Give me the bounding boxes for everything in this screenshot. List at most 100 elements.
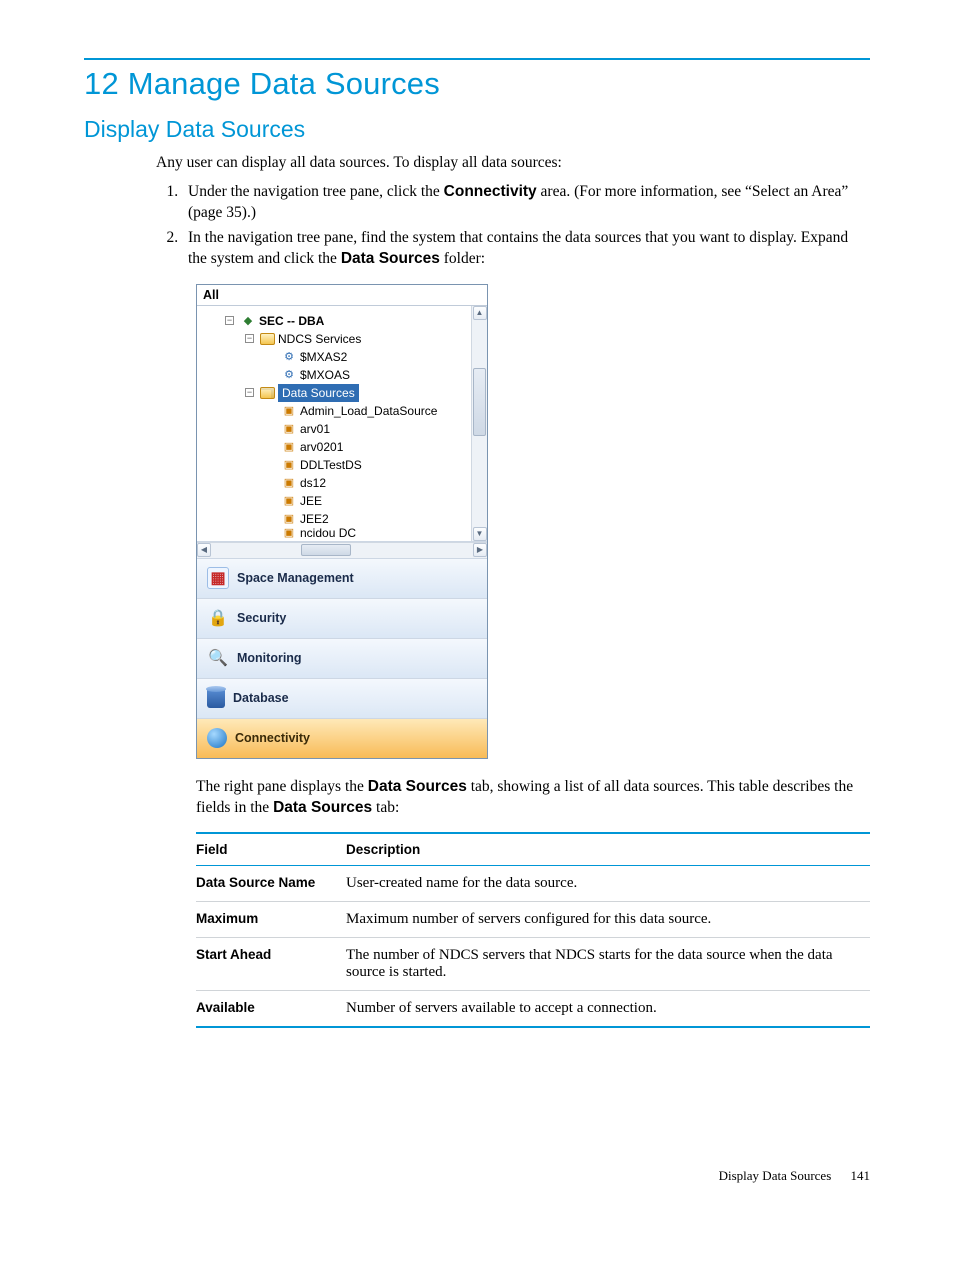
tree-label: DDLTestDS	[300, 456, 362, 474]
scroll-left-icon[interactable]: ◀	[197, 543, 211, 557]
field-name: Available	[196, 991, 346, 1028]
bold-connectivity: Connectivity	[444, 183, 537, 200]
tree-node-service[interactable]: ⚙ $MXOAS	[201, 366, 469, 384]
footer-page-number: 141	[851, 1168, 871, 1183]
tree-node-ds-item[interactable]: ▣ arv0201	[201, 438, 469, 456]
step-1: Under the navigation tree pane, click th…	[182, 182, 870, 224]
tree-label: arv01	[300, 420, 330, 438]
datasource-icon: ▣	[281, 512, 297, 526]
expander-minus-icon[interactable]: −	[225, 316, 234, 325]
chapter-heading: 12 Manage Data Sources	[84, 66, 870, 102]
steps-list: Under the navigation tree pane, click th…	[156, 182, 870, 270]
tree-label-selected: Data Sources	[278, 384, 359, 402]
area-connectivity[interactable]: Connectivity	[197, 718, 487, 758]
field-name: Data Source Name	[196, 866, 346, 902]
area-label: Connectivity	[235, 731, 310, 745]
table-intro: The right pane displays the Data Sources…	[196, 777, 870, 819]
area-selector: ▦ Space Management 🔒 Security 🔍 Monitori…	[197, 558, 487, 758]
horizontal-scrollbar[interactable]: ◀ ▶	[197, 542, 487, 558]
area-space-management[interactable]: ▦ Space Management	[197, 558, 487, 598]
area-security[interactable]: 🔒 Security	[197, 598, 487, 638]
tree-node-ds-item[interactable]: ▣ Admin_Load_DataSource	[201, 402, 469, 420]
tree-label-system: SEC -- DBA	[259, 312, 324, 330]
database-icon	[207, 688, 225, 708]
tree-label: JEE	[300, 492, 322, 510]
bold-data-sources: Data Sources	[341, 250, 440, 267]
tree-label: $MXOAS	[300, 366, 350, 384]
table-row: Data Source Name User-created name for t…	[196, 866, 870, 902]
expander-minus-icon[interactable]: −	[245, 334, 254, 343]
vertical-scrollbar[interactable]: ▲ ▼	[471, 306, 487, 541]
system-icon: ◆	[240, 314, 256, 328]
field-desc: User-created name for the data source.	[346, 866, 870, 902]
expander-minus-icon[interactable]: −	[245, 388, 254, 397]
magnifier-icon: 🔍	[207, 647, 229, 669]
top-rule	[84, 58, 870, 60]
tree-label: ds12	[300, 474, 326, 492]
area-label: Security	[237, 611, 286, 625]
scroll-up-icon[interactable]: ▲	[473, 306, 487, 320]
tree-node-system[interactable]: − ◆ SEC -- DBA	[201, 312, 469, 330]
tree-label: ncidou DC	[300, 528, 356, 539]
tree-header: All	[197, 285, 487, 306]
table-row: Available Number of servers available to…	[196, 991, 870, 1028]
datasource-icon: ▣	[281, 458, 297, 472]
datasource-icon: ▣	[281, 528, 297, 539]
datasource-icon: ▣	[281, 422, 297, 436]
datasource-icon: ▣	[281, 494, 297, 508]
table-row: Start Ahead The number of NDCS servers t…	[196, 938, 870, 991]
table-row: Maximum Maximum number of servers config…	[196, 902, 870, 938]
lock-icon: 🔒	[207, 607, 229, 629]
intro-text: Any user can display all data sources. T…	[156, 153, 870, 174]
area-label: Space Management	[237, 571, 354, 585]
step-2: In the navigation tree pane, find the sy…	[182, 228, 870, 270]
field-desc: Maximum number of servers configured for…	[346, 902, 870, 938]
tree-node-datasources[interactable]: − Data Sources	[201, 384, 469, 402]
nav-tree-panel: All − ◆ SEC -- DBA − NDCS Services ⚙ $MX…	[196, 284, 488, 759]
field-name: Maximum	[196, 902, 346, 938]
globe-icon	[207, 728, 227, 748]
tree-node-ndcs[interactable]: − NDCS Services	[201, 330, 469, 348]
area-database[interactable]: Database	[197, 678, 487, 718]
datasource-icon: ▣	[281, 404, 297, 418]
hscroll-thumb[interactable]	[301, 544, 351, 556]
tree-node-ds-item[interactable]: ▣ JEE2	[201, 510, 469, 528]
scroll-right-icon[interactable]: ▶	[473, 543, 487, 557]
gear-icon: ⚙	[281, 350, 297, 364]
fields-table: Field Description Data Source Name User-…	[196, 832, 870, 1028]
tree-body: − ◆ SEC -- DBA − NDCS Services ⚙ $MXAS2 …	[197, 306, 487, 542]
folder-closed-icon	[260, 333, 275, 345]
hscroll-track[interactable]	[211, 543, 473, 557]
space-management-icon: ▦	[207, 567, 229, 589]
tree-node-ds-item[interactable]: ▣ arv01	[201, 420, 469, 438]
field-desc: The number of NDCS servers that NDCS sta…	[346, 938, 870, 991]
gear-icon: ⚙	[281, 368, 297, 382]
area-label: Database	[233, 691, 289, 705]
scroll-thumb[interactable]	[473, 368, 486, 436]
th-description: Description	[346, 834, 870, 866]
scroll-down-icon[interactable]: ▼	[473, 527, 487, 541]
tree-node-ds-item[interactable]: ▣ JEE	[201, 492, 469, 510]
tree-label: arv0201	[300, 438, 343, 456]
area-label: Monitoring	[237, 651, 302, 665]
tree-node-ds-item[interactable]: ▣ ncidou DC	[201, 528, 469, 539]
tree-node-ds-item[interactable]: ▣ DDLTestDS	[201, 456, 469, 474]
datasource-icon: ▣	[281, 476, 297, 490]
area-monitoring[interactable]: 🔍 Monitoring	[197, 638, 487, 678]
tree-node-ds-item[interactable]: ▣ ds12	[201, 474, 469, 492]
tree-label: NDCS Services	[278, 330, 361, 348]
field-name: Start Ahead	[196, 938, 346, 991]
tree-label: $MXAS2	[300, 348, 347, 366]
tree-label: JEE2	[300, 510, 329, 528]
folder-open-icon	[260, 387, 275, 399]
datasource-icon: ▣	[281, 440, 297, 454]
footer-section: Display Data Sources	[719, 1168, 832, 1183]
tree-label: Admin_Load_DataSource	[300, 402, 437, 420]
tree-node-service[interactable]: ⚙ $MXAS2	[201, 348, 469, 366]
tree: − ◆ SEC -- DBA − NDCS Services ⚙ $MXAS2 …	[197, 312, 487, 539]
field-desc: Number of servers available to accept a …	[346, 991, 870, 1028]
scroll-track[interactable]	[472, 320, 487, 527]
th-field: Field	[196, 834, 346, 866]
page-footer: Display Data Sources 141	[84, 1168, 870, 1184]
section-heading: Display Data Sources	[84, 116, 870, 143]
